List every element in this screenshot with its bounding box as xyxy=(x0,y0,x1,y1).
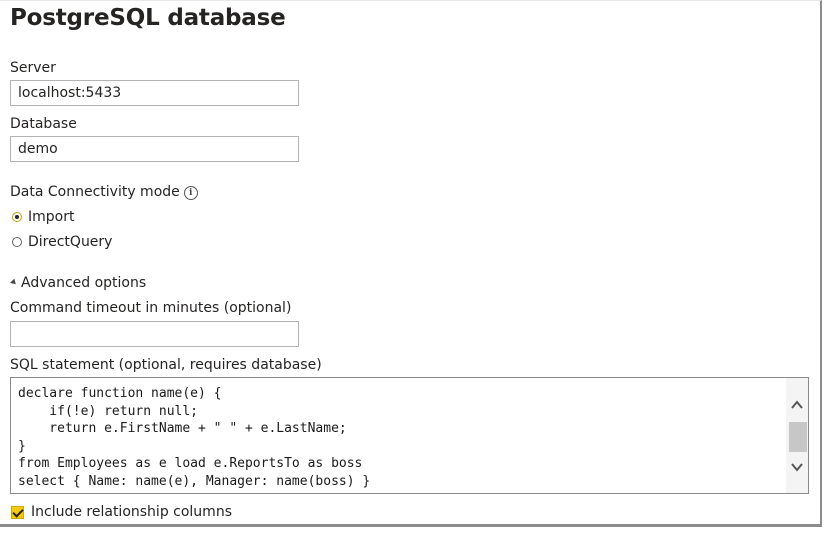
sql-statement-text[interactable]: declare function name(e) { if(!e) return… xyxy=(18,385,370,490)
radio-import-button[interactable] xyxy=(12,212,22,222)
radio-directquery-label: DirectQuery xyxy=(28,234,113,250)
info-icon[interactable]: i xyxy=(183,186,198,200)
sql-statement-textarea[interactable]: declare function name(e) { if(!e) return… xyxy=(10,377,809,494)
connectivity-mode-text: Data Connectivity mode xyxy=(10,184,180,200)
scroll-thumb[interactable] xyxy=(789,422,807,452)
scroll-up-icon[interactable] xyxy=(790,398,804,412)
advanced-options-toggle[interactable]: Advanced options xyxy=(10,275,147,291)
connectivity-mode-label: Data Connectivity mode i xyxy=(10,184,198,200)
server-label: Server xyxy=(10,60,56,76)
radio-directquery-button[interactable] xyxy=(12,237,22,247)
include-relationship-columns[interactable]: Include relationship columns xyxy=(11,504,232,520)
database-input[interactable] xyxy=(10,136,299,162)
advanced-options-label: Advanced options xyxy=(21,275,147,291)
include-relationship-checkbox[interactable] xyxy=(11,505,24,519)
server-input[interactable] xyxy=(10,80,299,106)
radio-import[interactable]: Import xyxy=(12,209,74,225)
radio-import-label: Import xyxy=(28,209,75,225)
scroll-down-icon[interactable] xyxy=(790,460,804,474)
database-label: Database xyxy=(10,116,77,132)
command-timeout-label: Command timeout in minutes (optional) xyxy=(10,300,292,316)
sql-statement-label: SQL statement (optional, requires databa… xyxy=(10,357,322,373)
postgresql-dialog: PostgreSQL database Server Database Data… xyxy=(0,0,822,527)
command-timeout-input[interactable] xyxy=(10,321,299,347)
sql-scrollbar[interactable] xyxy=(786,378,808,493)
radio-directquery[interactable]: DirectQuery xyxy=(12,234,112,250)
expand-triangle-icon xyxy=(10,278,18,287)
page-title: PostgreSQL database xyxy=(10,5,286,31)
include-relationship-label: Include relationship columns xyxy=(31,504,232,520)
